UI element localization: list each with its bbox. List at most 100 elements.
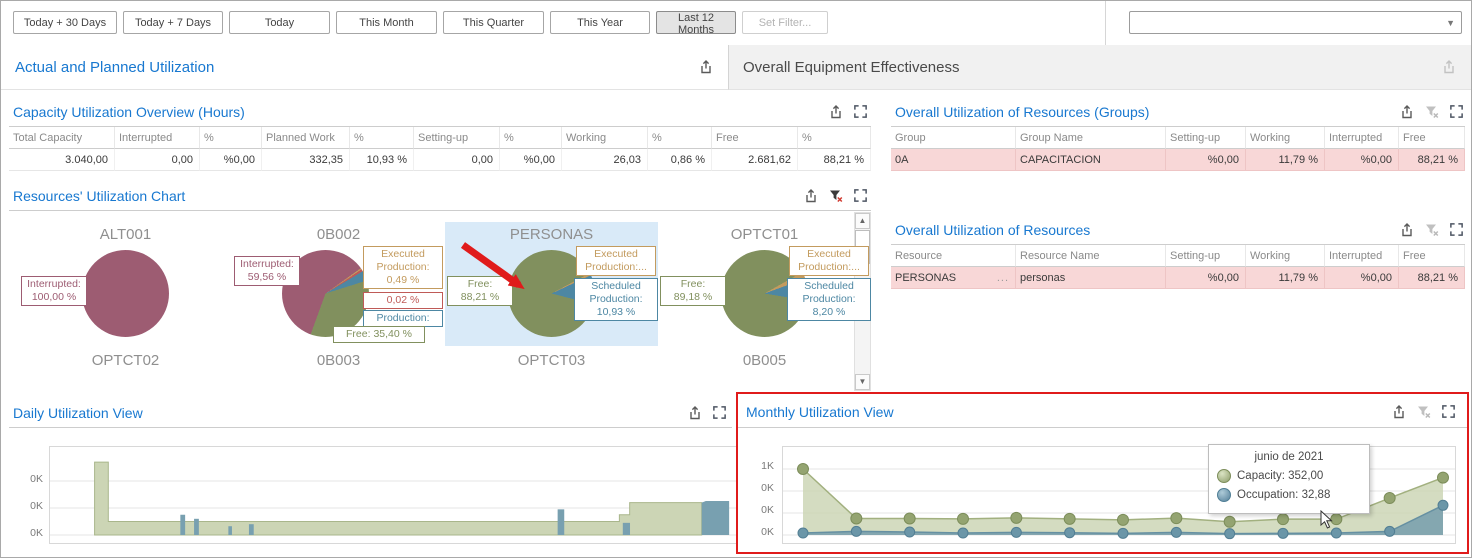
- clear-filter-icon[interactable]: [1424, 104, 1440, 120]
- y-axis-label: 0K: [17, 473, 43, 485]
- column-header[interactable]: Resource: [891, 245, 1016, 267]
- scroll-up-button[interactable]: ▲: [855, 213, 870, 229]
- pie-tile-personas[interactable]: PERSONAS Free: 88,21 % Executed Producti…: [445, 222, 658, 346]
- export-icon[interactable]: [828, 104, 844, 120]
- cell-free: 2.681,62: [712, 149, 798, 171]
- column-header[interactable]: Working: [1246, 127, 1325, 149]
- tab-actual-planned-utilization[interactable]: Actual and Planned Utilization: [1, 45, 728, 90]
- resources-table: Resource Resource Name Setting-up Workin…: [891, 245, 1465, 289]
- export-icon[interactable]: [698, 59, 714, 75]
- column-header[interactable]: Interrupted: [115, 127, 200, 149]
- table-header-row: Total Capacity Interrupted % Planned Wor…: [9, 127, 871, 149]
- filter-button-set-filter[interactable]: Set Filter...: [742, 11, 828, 34]
- table-header-row: Resource Resource Name Setting-up Workin…: [891, 245, 1465, 267]
- filter-button-today-plus-30[interactable]: Today + 30 Days: [13, 11, 117, 34]
- column-header[interactable]: Free: [1399, 127, 1465, 149]
- table-row[interactable]: PERSONAS ... personas %0,00 11,79 % %0,0…: [891, 267, 1465, 289]
- cell-free-pct: 88,21 %: [798, 149, 871, 171]
- expand-icon[interactable]: [1449, 104, 1465, 120]
- column-header[interactable]: %: [350, 127, 414, 149]
- expand-icon[interactable]: [1449, 222, 1465, 238]
- column-header[interactable]: Resource Name: [1016, 245, 1166, 267]
- pie-chart[interactable]: [82, 250, 169, 337]
- resource-dropdown[interactable]: ▼: [1129, 11, 1462, 34]
- tooltip-row-occupation: Occupation: 32,88: [1217, 488, 1361, 502]
- daily-chart-plot[interactable]: [49, 446, 737, 544]
- column-header[interactable]: Interrupted: [1325, 127, 1399, 149]
- daily-utilization-panel: Daily Utilization View 0K 0K 0K: [9, 394, 732, 553]
- column-header[interactable]: %: [648, 127, 712, 149]
- column-header[interactable]: Free: [1399, 245, 1465, 267]
- export-icon[interactable]: [1441, 59, 1457, 75]
- export-icon[interactable]: [1399, 222, 1415, 238]
- export-icon[interactable]: [1391, 404, 1407, 420]
- table-row[interactable]: 3.040,00 0,00 %0,00 332,35 10,93 % 0,00 …: [9, 149, 871, 171]
- clear-filter-icon[interactable]: [1416, 404, 1432, 420]
- resources-chart-header: Resources' Utilization Chart: [13, 184, 869, 208]
- column-header[interactable]: Group: [891, 127, 1016, 149]
- y-axis-label: 0K: [748, 482, 774, 494]
- column-header[interactable]: %: [798, 127, 871, 149]
- monthly-view-header: Monthly Utilization View: [746, 400, 1457, 424]
- cell-interrupted-pct: %0,00: [200, 149, 262, 171]
- export-icon[interactable]: [1399, 104, 1415, 120]
- pie-tile-alt001[interactable]: ALT001 Interrupted: 100,00 %: [19, 222, 232, 346]
- dashboard-window: Today + 30 Days Today + 7 Days Today Thi…: [0, 0, 1472, 558]
- table-row[interactable]: 0A CAPACITACION %0,00 11,79 % %0,00 88,2…: [891, 149, 1465, 171]
- export-icon[interactable]: [803, 188, 819, 204]
- capacity-overview-title: Capacity Utilization Overview (Hours): [13, 104, 245, 120]
- cell-setting-up: 0,00: [414, 149, 500, 171]
- column-header[interactable]: Setting-up: [1166, 127, 1246, 149]
- column-header[interactable]: Setting-up: [414, 127, 500, 149]
- groups-table-title: Overall Utilization of Resources (Groups…: [895, 104, 1149, 120]
- expand-icon[interactable]: [853, 188, 869, 204]
- pie-callout-label: Scheduled Production: 10,93 %: [574, 278, 658, 321]
- ellipsis-button[interactable]: ...: [997, 272, 1009, 284]
- pie-resource-name: OPTCT02: [19, 352, 232, 369]
- divider: [9, 210, 871, 211]
- export-icon[interactable]: [687, 405, 703, 421]
- column-header[interactable]: Working: [1246, 245, 1325, 267]
- divider: [9, 427, 732, 428]
- scroll-down-button[interactable]: ▼: [855, 374, 870, 390]
- pie-tile-0b002[interactable]: 0B002 Interrupted: 59,56 % Executed Prod…: [232, 222, 445, 346]
- monthly-view-title: Monthly Utilization View: [746, 404, 894, 420]
- filter-button-last-12-months[interactable]: Last 12 Months: [656, 11, 736, 34]
- tab-overall-equipment-effectiveness[interactable]: Overall Equipment Effectiveness: [728, 45, 1471, 90]
- column-header[interactable]: Total Capacity: [9, 127, 115, 149]
- column-header[interactable]: Planned Work: [262, 127, 350, 149]
- pie-callout-label: Free: 89,18 %: [660, 276, 726, 306]
- column-header[interactable]: Setting-up: [1166, 245, 1246, 267]
- cell-total-capacity: 3.040,00: [9, 149, 115, 171]
- cell-planned-work: 332,35: [262, 149, 350, 171]
- cell-working: 26,03: [562, 149, 648, 171]
- clear-filter-icon[interactable]: [1424, 222, 1440, 238]
- expand-icon[interactable]: [1441, 404, 1457, 420]
- filter-button-this-quarter[interactable]: This Quarter: [443, 11, 544, 34]
- divider: [738, 427, 1467, 428]
- pie-resource-name: OPTCT03: [445, 352, 658, 369]
- expand-icon[interactable]: [853, 104, 869, 120]
- tooltip-row-capacity: Capacity: 352,00: [1217, 469, 1361, 483]
- filter-button-today-plus-7[interactable]: Today + 7 Days: [123, 11, 223, 34]
- filter-button-this-year[interactable]: This Year: [550, 11, 650, 34]
- column-header[interactable]: %: [200, 127, 262, 149]
- right-column: Overall Utilization of Resources (Groups…: [891, 90, 1465, 390]
- cell-interrupted: %0,00: [1325, 267, 1399, 289]
- filter-button-today[interactable]: Today: [229, 11, 330, 34]
- chevron-down-icon: ▼: [1446, 18, 1455, 28]
- expand-icon[interactable]: [712, 405, 728, 421]
- filter-button-this-month[interactable]: This Month: [336, 11, 437, 34]
- column-header[interactable]: Free: [712, 127, 798, 149]
- cell-planned-pct: 10,93 %: [350, 149, 414, 171]
- clear-filter-icon[interactable]: [828, 188, 844, 204]
- column-header[interactable]: Interrupted: [1325, 245, 1399, 267]
- column-header[interactable]: %: [500, 127, 562, 149]
- pie-tile-optct01[interactable]: OPTCT01 Free: 89,18 % Executed Productio…: [658, 222, 871, 346]
- cell-working: 11,79 %: [1246, 267, 1325, 289]
- column-header[interactable]: Group Name: [1016, 127, 1166, 149]
- daily-view-title: Daily Utilization View: [13, 405, 143, 421]
- capacity-marker-icon: [1217, 469, 1231, 483]
- column-header[interactable]: Working: [562, 127, 648, 149]
- cell-setting-up-pct: %0,00: [500, 149, 562, 171]
